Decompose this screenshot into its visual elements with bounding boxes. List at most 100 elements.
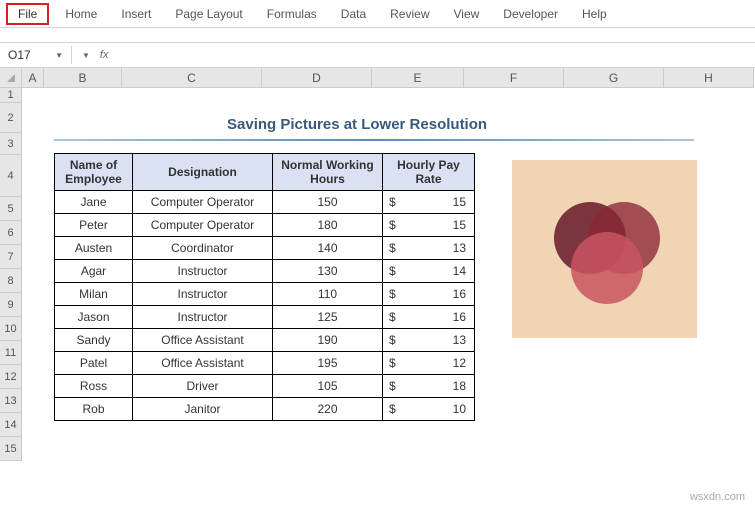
cell-name[interactable]: Sandy [55,329,133,352]
row-header[interactable]: 13 [0,389,21,413]
cell-hours[interactable]: 180 [273,214,383,237]
col-header[interactable]: D [262,68,372,87]
column-headers: A B C D E F G H [22,68,754,88]
table-header[interactable]: Designation [133,154,273,191]
table-row[interactable]: AgarInstructor130$14 [55,260,475,283]
row-header[interactable]: 8 [0,269,21,293]
row-header[interactable]: 9 [0,293,21,317]
cell-hours[interactable]: 125 [273,306,383,329]
row-header[interactable]: 1 [0,88,21,103]
ribbon-tab-view[interactable]: View [442,3,492,25]
cell-name[interactable]: Peter [55,214,133,237]
cell-rate[interactable]: $12 [383,352,475,375]
cell-hours[interactable]: 130 [273,260,383,283]
table-row[interactable]: PeterComputer Operator180$15 [55,214,475,237]
cell-hours[interactable]: 190 [273,329,383,352]
table-row[interactable]: PatelOffice Assistant195$12 [55,352,475,375]
cell-name[interactable]: Milan [55,283,133,306]
cell-rate[interactable]: $14 [383,260,475,283]
cell-hours[interactable]: 150 [273,191,383,214]
row-header[interactable]: 7 [0,245,21,269]
col-header[interactable]: A [22,68,44,87]
col-header[interactable]: C [122,68,262,87]
cells-area[interactable]: Saving Pictures at Lower Resolution Name… [22,88,755,461]
row-header[interactable]: 4 [0,155,21,197]
cell-name[interactable]: Ross [55,375,133,398]
row-header[interactable]: 15 [0,437,21,461]
col-header[interactable]: G [564,68,664,87]
cell-name[interactable]: Jane [55,191,133,214]
row-header[interactable]: 11 [0,341,21,365]
col-header[interactable]: H [664,68,754,87]
cell-designation[interactable]: Instructor [133,306,273,329]
ribbon-tab-help[interactable]: Help [570,3,619,25]
table-header[interactable]: Normal Working Hours [273,154,383,191]
row-header[interactable]: 6 [0,221,21,245]
cell-rate[interactable]: $15 [383,191,475,214]
cell-rate[interactable]: $16 [383,306,475,329]
col-header[interactable]: E [372,68,464,87]
row-header[interactable]: 3 [0,133,21,155]
cell-designation[interactable]: Office Assistant [133,352,273,375]
ribbon-tab-insert[interactable]: Insert [109,3,163,25]
cell-designation[interactable]: Instructor [133,283,273,306]
chevron-down-icon[interactable]: ▼ [55,51,63,60]
col-header[interactable]: F [464,68,564,87]
cell-hours[interactable]: 195 [273,352,383,375]
fx-icon[interactable]: fx [100,49,109,61]
cell-name[interactable]: Rob [55,398,133,421]
table-row[interactable]: MilanInstructor110$16 [55,283,475,306]
row-headers: 1 2 3 4 5 6 7 8 9 10 11 12 13 14 15 [0,88,22,461]
ribbon-tab-data[interactable]: Data [329,3,378,25]
ribbon-tab-developer[interactable]: Developer [491,3,570,25]
cell-rate[interactable]: $16 [383,283,475,306]
watermark: wsxdn.com [690,491,745,503]
ribbon-tab-page-layout[interactable]: Page Layout [163,3,254,25]
employee-table: Name of Employee Designation Normal Work… [54,153,475,421]
chevron-down-icon[interactable]: ▼ [82,51,90,60]
cell-rate[interactable]: $13 [383,329,475,352]
cell-name[interactable]: Austen [55,237,133,260]
cell-rate[interactable]: $10 [383,398,475,421]
cell-designation[interactable]: Computer Operator [133,191,273,214]
row-header[interactable]: 14 [0,413,21,437]
ribbon-tab-review[interactable]: Review [378,3,441,25]
cell-rate[interactable]: $18 [383,375,475,398]
cell-name[interactable]: Jason [55,306,133,329]
ribbon-tab-formulas[interactable]: Formulas [255,3,329,25]
page-title: Saving Pictures at Lower Resolution [227,116,487,133]
cell-hours[interactable]: 140 [273,237,383,260]
cell-designation[interactable]: Office Assistant [133,329,273,352]
cell-hours[interactable]: 220 [273,398,383,421]
cell-hours[interactable]: 105 [273,375,383,398]
cell-designation[interactable]: Instructor [133,260,273,283]
cell-designation[interactable]: Janitor [133,398,273,421]
cell-name[interactable]: Patel [55,352,133,375]
cell-rate[interactable]: $15 [383,214,475,237]
cell-designation[interactable]: Computer Operator [133,214,273,237]
ribbon-tab-home[interactable]: Home [53,3,109,25]
table-row[interactable]: AustenCoordinator140$13 [55,237,475,260]
row-header[interactable]: 10 [0,317,21,341]
cell-hours[interactable]: 110 [273,283,383,306]
cell-designation[interactable]: Driver [133,375,273,398]
name-box[interactable]: O17 ▼ [0,46,72,64]
table-row[interactable]: JaneComputer Operator150$15 [55,191,475,214]
col-header[interactable]: B [44,68,122,87]
ribbon-tabs: File Home Insert Page Layout Formulas Da… [0,0,755,28]
cell-rate[interactable]: $13 [383,237,475,260]
table-header[interactable]: Name of Employee [55,154,133,191]
row-header[interactable]: 5 [0,197,21,221]
row-header[interactable]: 12 [0,365,21,389]
table-row[interactable]: RobJanitor220$10 [55,398,475,421]
venn-diagram-image[interactable] [512,160,697,338]
row-header[interactable]: 2 [0,103,21,133]
select-all-corner[interactable] [0,68,22,88]
cell-designation[interactable]: Coordinator [133,237,273,260]
table-row[interactable]: RossDriver105$18 [55,375,475,398]
table-header[interactable]: Hourly Pay Rate [383,154,475,191]
table-row[interactable]: SandyOffice Assistant190$13 [55,329,475,352]
ribbon-tab-file[interactable]: File [6,3,49,25]
cell-name[interactable]: Agar [55,260,133,283]
table-row[interactable]: JasonInstructor125$16 [55,306,475,329]
